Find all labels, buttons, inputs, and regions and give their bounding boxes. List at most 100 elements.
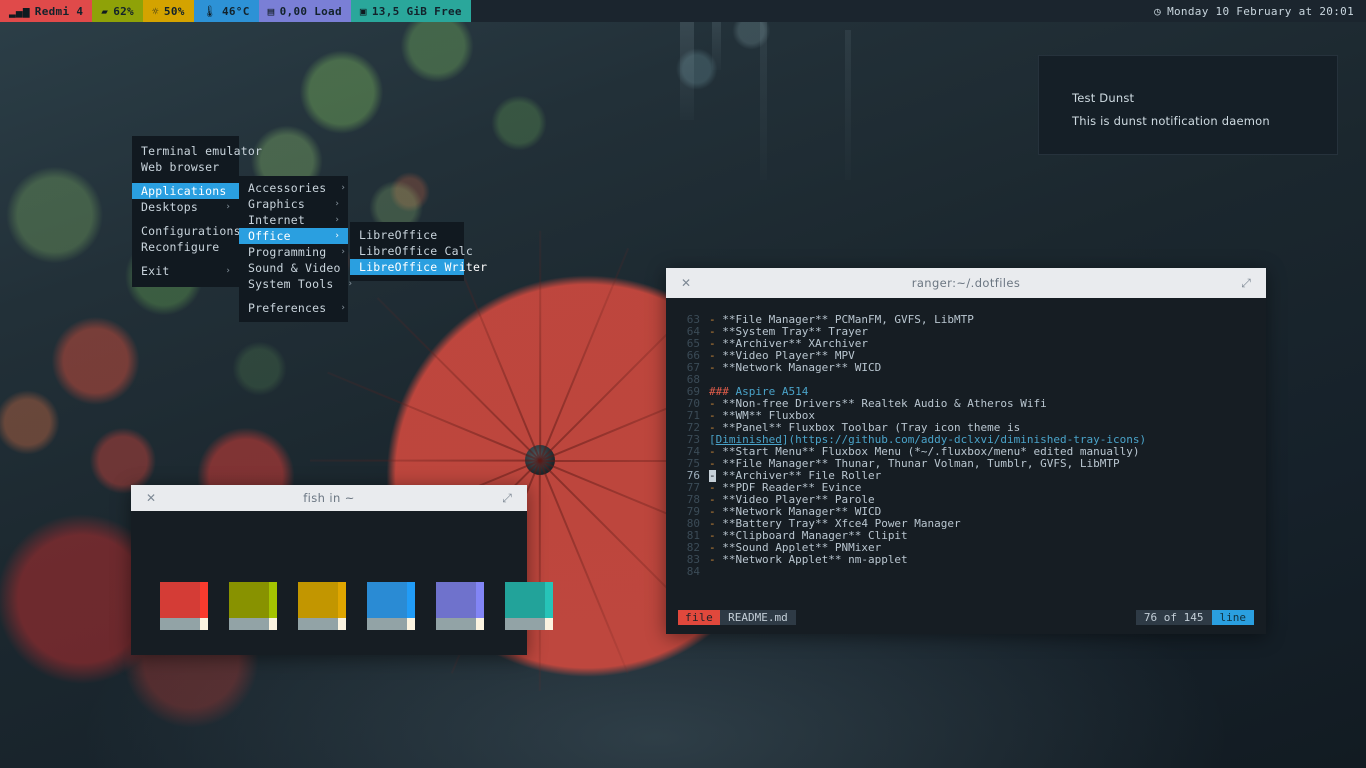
color-palette-swatches [160,582,553,630]
swatch-white [200,618,208,630]
status-unit: line [1211,609,1254,625]
status-position: 76 of 145 [1135,609,1212,625]
code-line: 67- **Network Manager** WICD [666,362,1266,374]
umbrella-spoke [539,460,541,691]
menu-item-label: Office [248,229,291,243]
dunst-notification[interactable]: Test Dunst This is dunst notification da… [1038,55,1338,155]
brightness-icon: ☼ [151,4,159,18]
close-icon[interactable]: ✕ [678,275,694,291]
status-segment-label: 46°C [221,4,250,18]
umbrella-spoke [539,460,629,674]
app-menu-item-preferences[interactable]: Preferences › [239,300,348,316]
notification-title: Test Dunst [1072,91,1135,105]
swatch-white [407,618,415,630]
menu-item-exit[interactable]: Exit › [132,263,239,279]
wallpaper-streak [760,0,767,180]
palette-swatch-magenta [436,582,484,630]
menu-item-label: Web browser [141,160,220,174]
swatch-foreground [298,618,338,630]
maximize-icon[interactable]: ⤢ [499,490,515,506]
menu-item-desktops[interactable]: Desktops › [132,199,239,215]
status-segment-disk[interactable]: ▣ 13,5 GiB Free [350,0,471,22]
swatch-foreground [436,618,476,630]
fish-terminal-body[interactable] [131,511,553,655]
chevron-right-icon: › [340,247,346,257]
clock-icon: ◷ [1154,4,1162,18]
status-segment-cpu[interactable]: ▤ 0,00 Load [258,0,351,22]
ranger-terminal-body[interactable]: 63- **File Manager** PCManFM, GVFS, LibM… [666,298,1266,634]
fish-titlebar[interactable]: ✕ fish in ~ ⤢ [131,485,527,511]
ranger-titlebar[interactable]: ✕ ranger:~/.dotfiles ⤢ [666,268,1266,298]
menu-item-reconfigure[interactable]: Reconfigure [132,239,239,255]
disk-icon: ▣ [359,4,367,18]
menu-item-label: Preferences [248,301,327,315]
menu-item-label: LibreOffice [359,228,438,242]
menu-item-label: Reconfigure [141,240,220,254]
notification-body: This is dunst notification daemon [1072,114,1270,128]
menu-item-terminal-emulator[interactable]: Terminal emulator [132,143,262,159]
umbrella-spoke [327,372,541,462]
status-segment-battery[interactable]: ▰ 62% [92,0,143,22]
swatch-normal [367,582,407,618]
app-menu-item-graphics[interactable]: Graphics › [239,196,348,212]
line-number: 84 [686,565,700,578]
applications-submenu[interactable]: Accessories › Graphics › Internet › Office › Pro… [239,176,360,322]
status-file-name: README.md [720,609,796,625]
status-segment-brightness[interactable]: ☼ 50% [142,0,194,22]
fluxbox-root-menu[interactable]: Terminal emulator Web browser Applications… [132,136,262,287]
palette-swatch-green [229,582,277,630]
status-right-group: 76 of 145 line [1135,609,1254,625]
office-menu-item-libreoffice[interactable]: LibreOffice [350,227,464,243]
umbrella-spoke [376,297,541,462]
swatch-bright [200,582,208,618]
chevron-right-icon: › [225,202,231,212]
clock-text: Monday 10 February at 20:01 [1167,4,1354,18]
app-menu-item-sound-video[interactable]: Sound & Video› [239,260,360,276]
app-menu-item-programming[interactable]: Programming › [239,244,348,260]
status-segment-label: 50% [163,4,185,18]
top-status-bar: ▂▄▆ Redmi 4 ▰ 62% ☼ 50% 🌡 46°C ▤ 0,00 Load ▣ 13,5 G… [0,0,1366,22]
app-menu-item-office[interactable]: Office › [239,228,348,244]
list-bullet: - [709,553,723,566]
swatch-foreground [367,618,407,630]
menu-item-label: Internet [248,213,305,227]
chevron-right-icon: › [225,266,231,276]
clock-widget[interactable]: ◷ Monday 10 February at 20:01 [1145,0,1366,22]
line-text: **Network Applet** nm-applet [722,553,908,566]
line-text: **Network Manager** WICD [722,361,882,374]
status-segment-label: Redmi 4 [34,4,84,18]
palette-swatch-blue [367,582,415,630]
menu-item-label: LibreOffice Calc [359,244,473,258]
fish-terminal-window[interactable]: ✕ fish in ~ ⤢ [131,485,553,655]
app-menu-item-system-tools[interactable]: System Tools › [239,276,353,292]
menu-item-label: Applications [141,184,227,198]
maximize-icon[interactable]: ⤢ [1238,275,1254,291]
swatch-bright [545,582,553,618]
app-menu-item-internet[interactable]: Internet › [239,212,348,228]
swatch-normal [436,582,476,618]
code-line: 83- **Network Applet** nm-applet [666,554,1266,566]
office-menu-item-libreoffice-writer[interactable]: LibreOffice Writer [350,259,487,275]
close-icon[interactable]: ✕ [143,490,159,506]
menu-item-label: Programming [248,245,327,259]
chevron-right-icon: › [340,303,346,313]
ranger-file-preview: 63- **File Manager** PCManFM, GVFS, LibM… [666,314,1266,578]
swatch-foreground [160,618,200,630]
menu-item-applications[interactable]: Applications› [132,183,246,199]
menu-item-web-browser[interactable]: Web browser [132,159,239,175]
office-submenu[interactable]: LibreOffice LibreOffice Calc LibreOffice W… [350,222,487,281]
thermometer-icon: 🌡 [202,4,217,18]
status-segment-signal[interactable]: ▂▄▆ Redmi 4 [0,0,93,22]
status-segment-thermometer[interactable]: 🌡 46°C [193,0,259,22]
app-menu-item-accessories[interactable]: Accessories › [239,180,348,196]
menu-item-label: Accessories [248,181,327,195]
swatch-bright [476,582,484,618]
office-menu-item-libreoffice-calc[interactable]: LibreOffice Calc [350,243,473,259]
menu-item-configurations[interactable]: Configurations [132,223,241,239]
swatch-normal [298,582,338,618]
code-line: 84 [666,566,1266,578]
status-segment-label: 62% [113,4,134,18]
status-file-label: file [678,609,721,625]
ranger-terminal-window[interactable]: ✕ ranger:~/.dotfiles ⤢ 63- **File Manage… [666,268,1266,634]
